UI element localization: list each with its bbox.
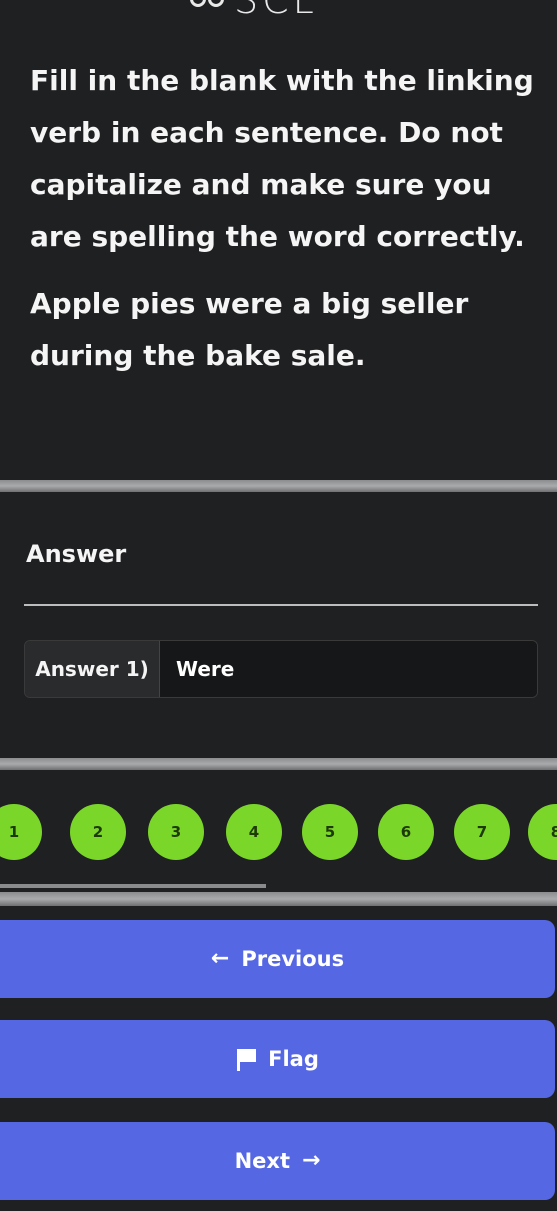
question-sentence: Apple pies were a big seller during the … (30, 287, 469, 372)
question-nav-2[interactable]: 2 (70, 804, 126, 860)
question-nav-8[interactable]: 8 (528, 804, 557, 860)
answer-field-group: Answer 1) (24, 640, 538, 698)
previous-button[interactable]: ← Previous (0, 920, 555, 998)
next-label: Next (234, 1149, 290, 1173)
answer-rule (24, 604, 538, 606)
nav-scroll-indicator (0, 884, 266, 888)
question-nav-6[interactable]: 6 (378, 804, 434, 860)
divider (0, 758, 557, 770)
next-button[interactable]: Next → (0, 1122, 555, 1200)
question-nav-4[interactable]: 4 (226, 804, 282, 860)
flag-icon (236, 1049, 257, 1071)
quiz-page: SCL Fill in the blank with the linking v… (0, 0, 557, 1211)
question-nav-3[interactable]: 3 (148, 804, 204, 860)
arrow-right-icon: → (301, 1148, 321, 1173)
answer-label: Answer 1) (25, 641, 160, 697)
divider (0, 892, 557, 906)
flag-label: Flag (268, 1047, 319, 1071)
question-nav-7[interactable]: 7 (454, 804, 510, 860)
app-logo: SCL (190, 0, 318, 22)
arrow-left-icon: ← (210, 946, 230, 971)
question-instructions: Fill in the blank with the linking verb … (30, 64, 534, 253)
logo-text: SCL (234, 0, 318, 22)
divider (0, 480, 557, 492)
question-navigation: 1 2 3 4 5 6 7 8 (0, 804, 557, 864)
question-nav-5[interactable]: 5 (302, 804, 358, 860)
answer-heading: Answer (26, 540, 127, 568)
answer-input[interactable] (160, 641, 537, 697)
previous-label: Previous (241, 947, 345, 971)
question-nav-1[interactable]: 1 (0, 804, 42, 860)
owl-icon (190, 0, 228, 15)
flag-button[interactable]: Flag (0, 1020, 555, 1098)
